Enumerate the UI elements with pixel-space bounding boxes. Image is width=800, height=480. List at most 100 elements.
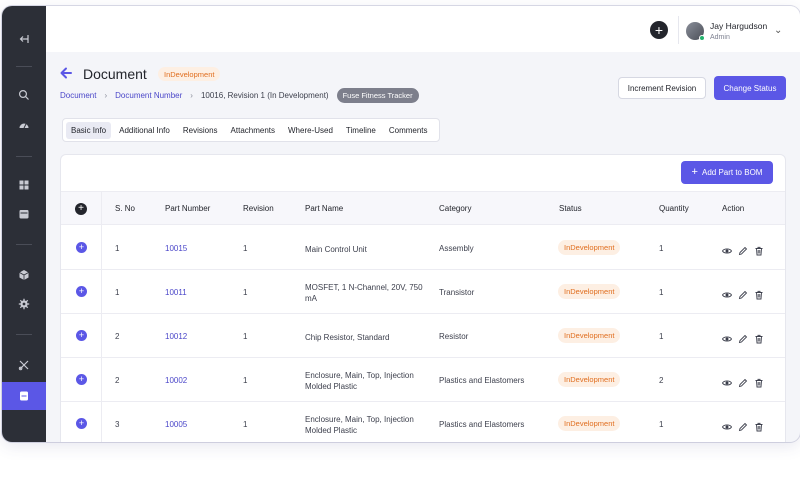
col-revision[interactable]: Revision bbox=[243, 204, 274, 213]
top-bar: + Jay Hargudson Admin ⌄ bbox=[46, 6, 800, 52]
trash-icon[interactable] bbox=[754, 331, 764, 344]
calendar-icon[interactable] bbox=[2, 201, 46, 227]
cell-category: Plastics and Elastomers bbox=[439, 420, 525, 429]
eye-icon[interactable] bbox=[721, 243, 733, 254]
cell-category: Resistor bbox=[439, 332, 469, 341]
cell-part-number[interactable]: 10005 bbox=[165, 420, 187, 429]
trash-icon[interactable] bbox=[754, 243, 764, 256]
cell-part-name: Chip Resistor, Standard bbox=[305, 333, 390, 342]
cell-part-number[interactable]: 10015 bbox=[165, 244, 187, 253]
grid-icon[interactable] bbox=[2, 172, 46, 198]
cell-category: Transistor bbox=[439, 288, 475, 297]
table-row: + 3 10005 1 Enclosure, Main, Top, Inject… bbox=[61, 402, 785, 442]
add-part-to-bom-button[interactable]: + Add Part to BOM bbox=[681, 161, 773, 184]
increment-revision-button[interactable]: Increment Revision bbox=[618, 77, 706, 99]
status-badge: InDevelopment bbox=[558, 372, 621, 387]
status-badge: InDevelopment bbox=[558, 240, 621, 255]
col-quantity[interactable]: Quantity bbox=[659, 204, 689, 213]
expand-row-button[interactable]: + bbox=[76, 418, 87, 429]
cell-sno: 1 bbox=[115, 244, 120, 253]
search-icon[interactable] bbox=[2, 82, 46, 108]
table-row: + 2 10012 1 Chip Resistor, Standard Resi… bbox=[61, 314, 785, 358]
chevron-right-icon: › bbox=[190, 91, 193, 100]
cell-revision: 1 bbox=[243, 376, 248, 385]
cell-category: Plastics and Elastomers bbox=[439, 376, 525, 385]
col-part-number[interactable]: Part Number bbox=[165, 204, 210, 213]
expand-row-button[interactable]: + bbox=[76, 242, 87, 253]
collapse-sidebar-icon[interactable] bbox=[2, 26, 46, 52]
col-part-name[interactable]: Part Name bbox=[305, 204, 343, 213]
cell-part-name: Enclosure, Main, Top, Injection Molded P… bbox=[305, 415, 414, 435]
pencil-icon[interactable] bbox=[738, 287, 748, 300]
tab-revisions[interactable]: Revisions bbox=[178, 122, 223, 139]
col-action: Action bbox=[722, 204, 745, 213]
product-tag: Fuse Fitness Tracker bbox=[336, 88, 419, 103]
cell-quantity: 1 bbox=[659, 420, 664, 429]
pencil-icon[interactable] bbox=[738, 419, 748, 432]
sidebar bbox=[2, 6, 46, 442]
tab-additional-info[interactable]: Additional Info bbox=[114, 122, 175, 139]
sidebar-divider bbox=[16, 156, 32, 157]
bom-card: + Add Part to BOM + S. No Part Number Re… bbox=[60, 154, 786, 442]
chevron-right-icon: › bbox=[104, 91, 108, 100]
eye-icon[interactable] bbox=[721, 287, 733, 298]
avatar[interactable] bbox=[686, 22, 705, 41]
dashboard-gauge-icon[interactable] bbox=[2, 112, 46, 138]
eye-icon[interactable] bbox=[721, 419, 733, 430]
breadcrumb-document[interactable]: Document bbox=[60, 91, 96, 100]
cube-icon[interactable] bbox=[2, 262, 46, 288]
trash-icon[interactable] bbox=[754, 287, 764, 300]
online-status-dot bbox=[699, 35, 705, 41]
gear-icon[interactable] bbox=[2, 291, 46, 317]
col-sno[interactable]: S. No bbox=[115, 204, 135, 213]
expand-row-button[interactable]: + bbox=[76, 330, 87, 341]
pencil-icon[interactable] bbox=[738, 243, 748, 256]
tab-attachments[interactable]: Attachments bbox=[226, 122, 280, 139]
pencil-icon[interactable] bbox=[738, 375, 748, 388]
quick-add-button[interactable]: + bbox=[650, 21, 668, 39]
trash-icon[interactable] bbox=[754, 375, 764, 388]
table-header: + S. No Part Number Revision Part Name C… bbox=[61, 191, 785, 225]
eye-icon[interactable] bbox=[721, 331, 733, 342]
user-name: Jay Hargudson bbox=[710, 21, 768, 31]
cell-revision: 1 bbox=[243, 244, 248, 253]
cell-part-number[interactable]: 10011 bbox=[165, 288, 187, 297]
add-part-label: Add Part to BOM bbox=[701, 168, 763, 177]
topbar-divider bbox=[678, 16, 679, 44]
change-status-button[interactable]: Change Status bbox=[714, 76, 786, 100]
cell-quantity: 1 bbox=[659, 288, 664, 297]
tab-basic-info[interactable]: Basic Info bbox=[66, 121, 112, 139]
back-arrow-icon[interactable] bbox=[59, 66, 73, 80]
tab-comments[interactable]: Comments bbox=[384, 122, 433, 139]
cell-revision: 1 bbox=[243, 288, 248, 297]
tools-icon[interactable] bbox=[2, 352, 46, 378]
col-category[interactable]: Category bbox=[439, 204, 471, 213]
breadcrumb: Document › Document Number › 10016, Revi… bbox=[60, 88, 419, 103]
breadcrumb-document-number[interactable]: Document Number bbox=[115, 91, 182, 100]
status-badge: InDevelopment bbox=[558, 416, 621, 431]
cell-revision: 1 bbox=[243, 332, 248, 341]
tab-bar: Basic Info Additional Info Revisions Att… bbox=[62, 118, 440, 142]
col-status[interactable]: Status bbox=[559, 204, 582, 213]
expand-row-button[interactable]: + bbox=[76, 374, 87, 385]
cell-part-name: Enclosure, Main, Top, Injection Molded P… bbox=[305, 371, 414, 391]
documents-icon[interactable] bbox=[2, 382, 46, 410]
tab-timeline[interactable]: Timeline bbox=[341, 122, 381, 139]
tab-where-used[interactable]: Where-Used bbox=[283, 122, 338, 139]
expand-all-button[interactable]: + bbox=[75, 203, 87, 215]
trash-icon[interactable] bbox=[754, 419, 764, 432]
eye-icon[interactable] bbox=[721, 375, 733, 386]
cell-category: Assembly bbox=[439, 244, 474, 253]
user-role: Admin bbox=[710, 34, 730, 41]
pencil-icon[interactable] bbox=[738, 331, 748, 344]
sidebar-divider bbox=[16, 66, 32, 67]
sidebar-divider bbox=[16, 244, 32, 245]
cell-part-number[interactable]: 10002 bbox=[165, 376, 187, 385]
expand-row-button[interactable]: + bbox=[76, 286, 87, 297]
breadcrumb-current: 10016, Revision 1 (In Development) bbox=[200, 91, 329, 100]
cell-sno: 3 bbox=[115, 420, 120, 429]
table-row: + 1 10011 1 MOSFET, 1 N-Channel, 20V, 75… bbox=[61, 270, 785, 314]
chevron-down-icon[interactable]: ⌄ bbox=[774, 25, 782, 36]
cell-part-number[interactable]: 10012 bbox=[165, 332, 187, 341]
cell-revision: 1 bbox=[243, 420, 248, 429]
